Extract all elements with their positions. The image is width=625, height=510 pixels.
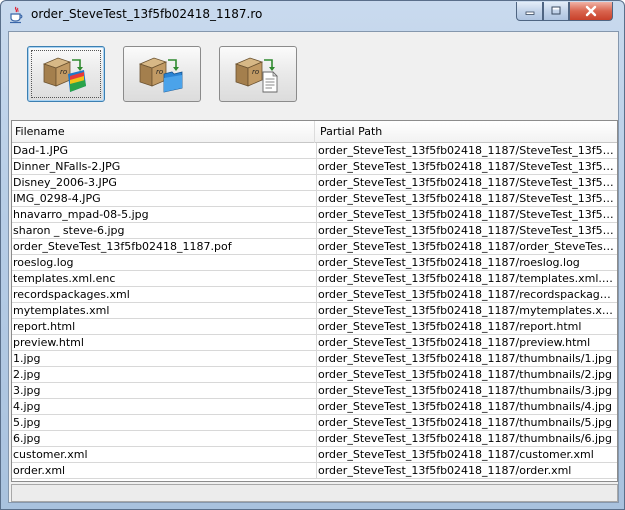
- table-row[interactable]: hnavarro_mpad-08-5.jpg order_SteveTest_13…: [12, 207, 617, 223]
- partial-path-cell: order_SteveTest_13f5fb02418_1187/order_S…: [316, 239, 615, 255]
- partial-path-cell: order_SteveTest_13f5fb02418_1187/thumbna…: [316, 367, 615, 383]
- table-row[interactable]: Dinner_NFalls-2.JPG order_SteveTest_13f5f…: [12, 159, 617, 175]
- maximize-button[interactable]: [543, 2, 569, 21]
- column-header-partial-path[interactable]: Partial Path: [315, 121, 617, 143]
- table-row[interactable]: 4.jpg order_SteveTest_13f5fb02418_1187/th…: [12, 399, 617, 415]
- filename-cell: customer.xml: [13, 448, 88, 461]
- table-row[interactable]: roeslog.log order_SteveTest_13f5fb02418_1…: [12, 255, 617, 271]
- filename-cell: mytemplates.xml: [13, 304, 110, 317]
- partial-path-cell: order_SteveTest_13f5fb02418_1187/thumbna…: [316, 431, 615, 447]
- partial-path-cell: order_SteveTest_13f5fb02418_1187/order.x…: [316, 463, 615, 479]
- java-cup-icon[interactable]: [8, 6, 24, 24]
- table-row[interactable]: 1.jpg order_SteveTest_13f5fb02418_1187/th…: [12, 351, 617, 367]
- table-row[interactable]: 5.jpg order_SteveTest_13f5fb02418_1187/th…: [12, 415, 617, 431]
- partial-path-cell: order_SteveTest_13f5fb02418_1187/SteveTe…: [316, 175, 615, 191]
- table-body: Dad-1.JPG order_SteveTest_13f5fb02418_118…: [12, 143, 617, 479]
- filename-cell: Dad-1.JPG: [13, 144, 69, 157]
- filename-cell: 2.jpg: [13, 368, 41, 381]
- extract-to-document-button[interactable]: ro: [219, 46, 297, 102]
- extract-to-blue-folder-icon: ro: [138, 57, 183, 93]
- maximize-icon: [551, 6, 561, 15]
- table-row[interactable]: order_SteveTest_13f5fb02418_1187.pof orde…: [12, 239, 617, 255]
- extract-to-document-icon: ro: [234, 57, 278, 93]
- svg-text:ro: ro: [156, 68, 163, 76]
- partial-path-cell: order_SteveTest_13f5fb02418_1187/SteveTe…: [316, 143, 615, 159]
- extract-to-blue-folder-button[interactable]: ro: [123, 46, 201, 102]
- partial-path-cell: order_SteveTest_13f5fb02418_1187/thumbna…: [316, 399, 615, 415]
- window-title: order_SteveTest_13f5fb02418_1187.ro: [31, 7, 263, 21]
- table-row[interactable]: 2.jpg order_SteveTest_13f5fb02418_1187/th…: [12, 367, 617, 383]
- partial-path-cell: order_SteveTest_13f5fb02418_1187/templat…: [316, 271, 615, 287]
- focus-indicator: [31, 50, 101, 98]
- filename-cell: recordspackages.xml: [13, 288, 130, 301]
- table-row[interactable]: sharon _ steve-6.jpg order_SteveTest_13f5…: [12, 223, 617, 239]
- table-header: Filename Partial Path: [12, 121, 617, 143]
- filename-cell: 1.jpg: [13, 352, 41, 365]
- partial-path-cell: order_SteveTest_13f5fb02418_1187/thumbna…: [316, 415, 615, 431]
- minimize-icon: [525, 11, 534, 15]
- table-row[interactable]: Disney_2006-3.JPG order_SteveTest_13f5fb0…: [12, 175, 617, 191]
- partial-path-cell: order_SteveTest_13f5fb02418_1187/records…: [316, 287, 615, 303]
- extract-to-folder-button[interactable]: ro: [27, 46, 105, 102]
- close-icon: [585, 5, 597, 17]
- partial-path-cell: order_SteveTest_13f5fb02418_1187/SteveTe…: [316, 223, 615, 239]
- partial-path-cell: order_SteveTest_13f5fb02418_1187/SteveTe…: [316, 191, 615, 207]
- partial-path-cell: order_SteveTest_13f5fb02418_1187/mytempl…: [316, 303, 615, 319]
- partial-path-cell: order_SteveTest_13f5fb02418_1187/thumbna…: [316, 383, 615, 399]
- partial-path-cell: order_SteveTest_13f5fb02418_1187/custome…: [316, 447, 615, 463]
- filename-cell: roeslog.log: [13, 256, 74, 269]
- filename-cell: hnavarro_mpad-08-5.jpg: [13, 208, 149, 221]
- filename-cell: 3.jpg: [13, 384, 41, 397]
- column-header-filename[interactable]: Filename: [12, 121, 315, 143]
- table-row[interactable]: recordspackages.xml order_SteveTest_13f5f…: [12, 287, 617, 303]
- filename-cell: 4.jpg: [13, 400, 41, 413]
- table-row[interactable]: customer.xml order_SteveTest_13f5fb02418_…: [12, 447, 617, 463]
- partial-path-cell: order_SteveTest_13f5fb02418_1187/report.…: [316, 319, 615, 335]
- main-panel: ro ro ro Filename Partial Path Dad-1.JPG…: [8, 31, 619, 503]
- table-row[interactable]: preview.html order_SteveTest_13f5fb02418_…: [12, 335, 617, 351]
- table-row[interactable]: templates.xml.enc order_SteveTest_13f5fb0…: [12, 271, 617, 287]
- table-row[interactable]: 6.jpg order_SteveTest_13f5fb02418_1187/th…: [12, 431, 617, 447]
- file-table[interactable]: Filename Partial Path Dad-1.JPG order_Ste…: [11, 120, 618, 482]
- filename-cell: Disney_2006-3.JPG: [13, 176, 117, 189]
- filename-cell: templates.xml.enc: [13, 272, 116, 285]
- table-row[interactable]: 3.jpg order_SteveTest_13f5fb02418_1187/th…: [12, 383, 617, 399]
- partial-path-cell: order_SteveTest_13f5fb02418_1187/preview…: [316, 335, 615, 351]
- close-button[interactable]: [569, 2, 613, 21]
- partial-path-cell: order_SteveTest_13f5fb02418_1187/SteveTe…: [316, 207, 615, 223]
- status-bar: [11, 484, 618, 502]
- app-window: order_SteveTest_13f5fb02418_1187.ro ro r…: [0, 0, 625, 510]
- table-row[interactable]: IMG_0298-4.JPG order_SteveTest_13f5fb0241…: [12, 191, 617, 207]
- filename-cell: sharon _ steve-6.jpg: [13, 224, 125, 237]
- title-bar[interactable]: order_SteveTest_13f5fb02418_1187.ro: [1, 1, 624, 31]
- table-row[interactable]: report.html order_SteveTest_13f5fb02418_1…: [12, 319, 617, 335]
- partial-path-cell: order_SteveTest_13f5fb02418_1187/roeslog…: [316, 255, 615, 271]
- filename-cell: IMG_0298-4.JPG: [13, 192, 101, 205]
- filename-cell: preview.html: [13, 336, 84, 349]
- filename-cell: 5.jpg: [13, 416, 41, 429]
- filename-cell: 6.jpg: [13, 432, 41, 445]
- table-row[interactable]: mytemplates.xml order_SteveTest_13f5fb024…: [12, 303, 617, 319]
- filename-cell: report.html: [13, 320, 76, 333]
- partial-path-cell: order_SteveTest_13f5fb02418_1187/SteveTe…: [316, 159, 615, 175]
- svg-text:ro: ro: [252, 68, 259, 76]
- filename-cell: Dinner_NFalls-2.JPG: [13, 160, 121, 173]
- minimize-button[interactable]: [516, 2, 543, 21]
- filename-cell: order.xml: [13, 464, 66, 477]
- filename-cell: order_SteveTest_13f5fb02418_1187.pof: [13, 240, 232, 253]
- table-row[interactable]: Dad-1.JPG order_SteveTest_13f5fb02418_118…: [12, 143, 617, 159]
- table-row[interactable]: order.xml order_SteveTest_13f5fb02418_118…: [12, 463, 617, 479]
- partial-path-cell: order_SteveTest_13f5fb02418_1187/thumbna…: [316, 351, 615, 367]
